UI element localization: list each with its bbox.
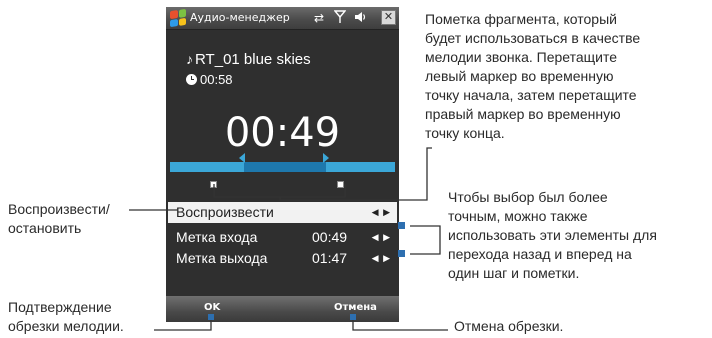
play-label: Воспроизвести xyxy=(176,204,274,220)
speaker-icon[interactable] xyxy=(353,10,367,28)
ok-softkey[interactable]: OK xyxy=(204,296,220,320)
windows-start-icon[interactable] xyxy=(170,8,186,28)
confirm-callout: Подтверждение обрезки мелодии. xyxy=(8,299,124,334)
signal-icon[interactable] xyxy=(333,10,347,28)
music-note-icon: ♪ xyxy=(186,51,193,67)
track-duration: 00:58 xyxy=(186,72,233,87)
app-title: Аудио-менеджер xyxy=(190,11,290,24)
duration-value: 00:58 xyxy=(200,72,233,87)
step-arrows-icon[interactable]: ◀ ▶ xyxy=(372,202,391,223)
mark-in-label: Метка входа xyxy=(176,229,258,245)
mark-in-menu-item[interactable]: Метка входа 00:49 ◀ ▶ xyxy=(168,227,397,248)
end-marker-handle[interactable] xyxy=(323,153,329,163)
play-menu-item[interactable]: Воспроизвести ◀ ▶ xyxy=(168,202,397,223)
connectivity-icon[interactable]: ⇄ xyxy=(314,10,324,26)
end-marker[interactable] xyxy=(337,181,344,188)
play-stop-callout: Воспроизвести/ остановить xyxy=(8,201,110,236)
precision-callout: Чтобы выбор был более точным, можно такж… xyxy=(448,189,657,281)
start-marker-handle[interactable] xyxy=(239,153,245,163)
cancel-callout: Отмена обрезки. xyxy=(454,318,564,334)
track-name: RT_01 blue skies xyxy=(195,51,311,68)
step-arrows-icon[interactable]: ◀ ▶ xyxy=(372,227,391,248)
softkey-bar: OK Отмена xyxy=(166,296,399,322)
mark-in-value: 00:49 xyxy=(312,229,348,245)
title-bar: Аудио-менеджер ⇄ ✕ xyxy=(166,7,399,30)
device-screen: Аудио-менеджер ⇄ ✕ ♪ RT_01 blue skies 00:… xyxy=(166,7,399,322)
step-arrows-icon[interactable]: ◀ ▶ xyxy=(372,248,391,269)
mark-out-value: 01:47 xyxy=(312,250,348,266)
cancel-softkey[interactable]: Отмена xyxy=(334,296,377,320)
track-info: ♪ RT_01 blue skies xyxy=(186,51,311,68)
start-marker[interactable] xyxy=(210,181,217,188)
mark-out-label: Метка выхода xyxy=(176,250,268,266)
clock-icon xyxy=(186,74,197,85)
timeline-selection[interactable] xyxy=(244,162,326,172)
current-time: 00:49 xyxy=(224,110,341,156)
close-icon[interactable]: ✕ xyxy=(381,10,396,25)
mark-out-menu-item[interactable]: Метка выхода 01:47 ◀ ▶ xyxy=(168,248,397,269)
fragment-callout: Пометка фрагмента, который будет использ… xyxy=(425,11,641,141)
